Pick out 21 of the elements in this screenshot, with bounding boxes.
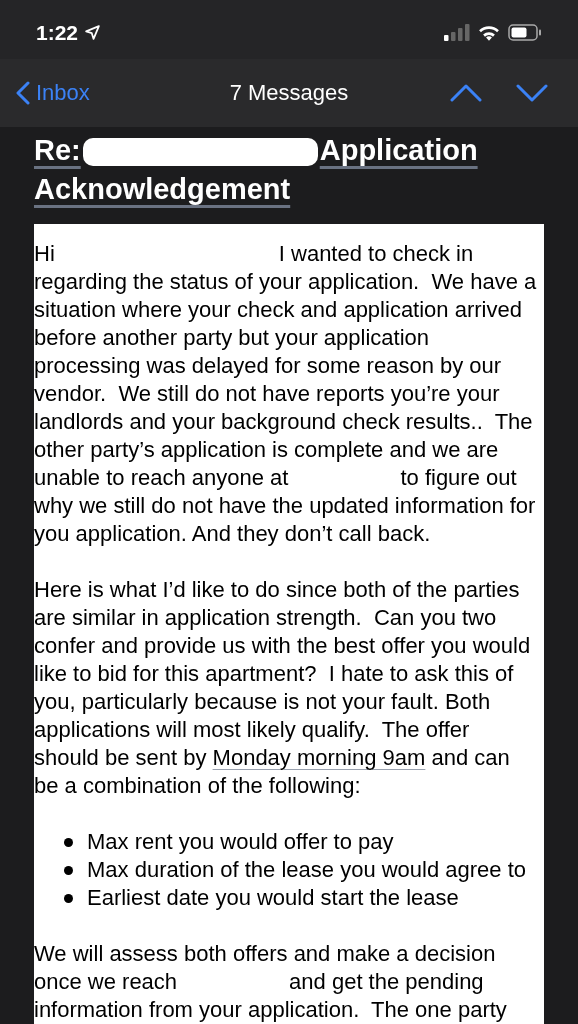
battery-icon [508,23,542,41]
back-button[interactable]: Inbox [16,76,90,110]
back-chevron-icon [16,80,30,105]
location-arrow-icon [84,23,102,41]
status-time: 1:22 [36,19,79,46]
bullet-icon [64,865,73,875]
body-paragraph: Hi I wanted to check in regarding the status of your application. We have a situation where your check and application arrived before another party but your application processing was delayed for some reason by our vendor. We still do not have reports you’re your landlords and your background check results.. The other party’s application is complete and we are unable to reach anyone at to figure out why we still do not have the updated information for you application. And they don’t call back. [34,240,538,548]
bullet-text: Max rent you would offer to pay [87,828,394,856]
bullet-icon [64,837,73,847]
wifi-icon [478,23,500,41]
bullet-text: Earliest date you would start the lease [87,884,459,912]
body-paragraph: Here is what I’d like to do since both of the parties are similar in application strength. Can you two confer and provide us with the best offer you would like to bid for this apartment? I hate to ask this of you, particularly because is not your fault. Both applications will most likely qualify. The offer should be sent by Monday morning 9am and can be a combination of the following: [34,576,532,800]
email-subject: Re: Application Acknowledgement [33,133,479,207]
body-paragraph: We will assess both offers and make a decision once we reach and get the pending information from your application. The one party [34,940,508,1024]
chevron-down-icon[interactable] [516,83,548,102]
date-link[interactable]: Monday morning 9am [212,745,426,770]
nav-title: 7 Messages [229,79,349,108]
bullet-text: Max duration of the lease you would agree to [87,856,527,884]
chevron-up-icon[interactable] [450,83,482,102]
bullet-icon [64,893,73,903]
signal-icon [444,23,470,41]
